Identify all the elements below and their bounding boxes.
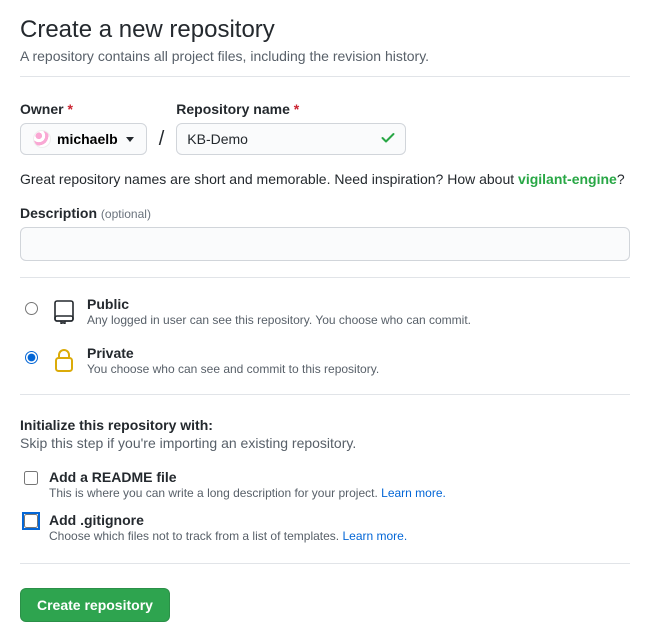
divider: [20, 76, 630, 77]
owner-select-button[interactable]: michaelb: [20, 123, 147, 155]
gitignore-learn-more-link[interactable]: Learn more.: [342, 529, 407, 543]
initialize-subheading: Skip this step if you're importing an ex…: [20, 435, 630, 451]
initialize-heading: Initialize this repository with:: [20, 417, 630, 433]
gitignore-title: Add .gitignore: [49, 512, 407, 528]
description-input[interactable]: [20, 227, 630, 261]
repo-name-input[interactable]: [176, 123, 406, 155]
divider: [20, 563, 630, 564]
owner-label: Owner *: [20, 101, 147, 117]
create-repository-button[interactable]: Create repository: [20, 588, 170, 622]
visibility-private-radio[interactable]: [25, 351, 38, 364]
divider: [20, 394, 630, 395]
chevron-down-icon: [126, 137, 134, 142]
name-hint: Great repository names are short and mem…: [20, 171, 630, 187]
repo-icon: [51, 296, 77, 324]
divider: [20, 277, 630, 278]
repo-name-label: Repository name *: [176, 101, 406, 117]
visibility-public-option[interactable]: Public Any logged in user can see this r…: [20, 286, 630, 335]
visibility-private-desc: You choose who can see and commit to thi…: [87, 362, 379, 376]
visibility-public-title: Public: [87, 296, 471, 312]
visibility-public-desc: Any logged in user can see this reposito…: [87, 313, 471, 327]
page-title: Create a new repository: [20, 16, 630, 44]
description-label: Description (optional): [20, 205, 630, 221]
readme-desc: This is where you can write a long descr…: [49, 486, 446, 500]
visibility-private-title: Private: [87, 345, 379, 361]
gitignore-desc: Choose which files not to track from a l…: [49, 529, 407, 543]
gitignore-checkbox[interactable]: [24, 514, 38, 528]
readme-option[interactable]: Add a README file This is where you can …: [20, 463, 630, 506]
readme-learn-more-link[interactable]: Learn more.: [381, 486, 446, 500]
readme-checkbox[interactable]: [24, 471, 38, 485]
gitignore-option[interactable]: Add .gitignore Choose which files not to…: [20, 506, 630, 549]
page-subtitle: A repository contains all project files,…: [20, 48, 630, 64]
visibility-private-option[interactable]: Private You choose who can see and commi…: [20, 335, 630, 384]
lock-icon: [51, 345, 77, 373]
slash-separator: /: [157, 128, 167, 155]
suggested-name-link[interactable]: vigilant-engine: [518, 171, 617, 187]
owner-username: michaelb: [57, 131, 118, 147]
visibility-public-radio[interactable]: [25, 302, 38, 315]
check-icon: [380, 130, 396, 149]
readme-title: Add a README file: [49, 469, 446, 485]
avatar: [33, 130, 51, 148]
